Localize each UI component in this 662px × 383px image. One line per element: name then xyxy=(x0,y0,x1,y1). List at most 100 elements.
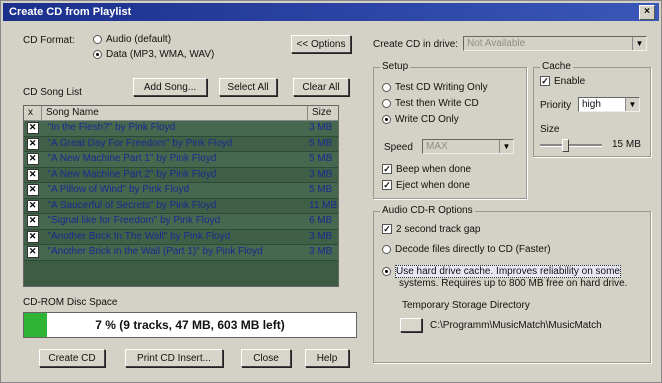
speed-select[interactable]: MAX ▼ xyxy=(422,139,514,154)
options-button[interactable]: << Options xyxy=(291,35,351,53)
song-size-cell: 6 MB xyxy=(308,215,333,226)
row-checkbox[interactable]: ✕ xyxy=(24,214,41,229)
row-checkbox[interactable]: ✕ xyxy=(24,230,41,245)
add-song-button[interactable]: Add Song... xyxy=(133,78,207,96)
radio-selected-icon xyxy=(93,49,102,59)
radio-test-only[interactable]: Test CD Writing Only xyxy=(382,82,488,93)
audio-options-group: Audio CD-R Options ✓ 2 second track gap D… xyxy=(373,205,651,363)
radio-data[interactable]: Data (MP3, WMA, WAV) xyxy=(93,49,214,60)
help-button[interactable]: Help xyxy=(305,349,349,367)
row-checkbox[interactable]: ✕ xyxy=(24,199,41,214)
table-row[interactable]: ✕ "A Saucerful of Secrets" by Pink Floyd 1… xyxy=(24,198,338,214)
cache-size-slider-track[interactable] xyxy=(540,144,602,147)
close-icon[interactable]: ✕ xyxy=(26,246,39,259)
close-icon[interactable]: ✕ xyxy=(26,137,39,150)
radio-test-then-write[interactable]: Test then Write CD xyxy=(382,98,479,109)
cache-size-value: 15 MB xyxy=(612,139,641,150)
song-name-cell: "A Great Day For Freedom" by Pink Floyd xyxy=(47,137,233,149)
disc-space-bar: 7 % (9 tracks, 47 MB, 603 MB left) xyxy=(23,312,357,338)
close-icon[interactable]: ✕ xyxy=(26,199,39,212)
close-icon[interactable]: ✕ xyxy=(26,153,39,166)
song-size-cell: 3 MB xyxy=(308,230,333,242)
close-icon[interactable]: ✕ xyxy=(26,184,39,197)
chevron-down-icon: ▼ xyxy=(625,98,639,111)
table-row[interactable]: ✕ "Another Brick in the Wall (Part 1)" by… xyxy=(24,245,338,261)
song-name-cell: "A Pillow of Wind" by Pink Floyd xyxy=(47,184,190,195)
disc-space-text: 7 % (9 tracks, 47 MB, 603 MB left) xyxy=(95,318,285,332)
row-checkbox[interactable]: ✕ xyxy=(24,152,41,167)
title-bar[interactable]: Create CD from Playlist × xyxy=(3,3,659,21)
enable-cache-checkbox[interactable]: ✓ Enable xyxy=(540,76,585,87)
speed-label: Speed xyxy=(384,142,413,153)
radio-audio[interactable]: Audio (default) xyxy=(93,34,171,45)
song-size-cell: 5 MB xyxy=(308,184,333,195)
table-row[interactable]: ✕ "A Pillow of Wind" by Pink Floyd 5 MB xyxy=(24,183,338,199)
radio-selected-icon xyxy=(382,114,391,124)
print-cd-insert-button[interactable]: Print CD Insert... xyxy=(125,349,223,367)
drive-label: Create CD in drive: xyxy=(373,39,459,50)
chevron-down-icon: ▼ xyxy=(632,37,646,50)
song-name-cell: "Another Brick in the Wall (Part 1)" by … xyxy=(47,246,263,257)
audio-options-title: Audio CD-R Options xyxy=(380,205,475,216)
column-header-x[interactable]: x xyxy=(24,106,42,120)
song-list[interactable]: x Song Name Size ✕ "In the Flesh?" by Pin… xyxy=(23,105,339,287)
table-row[interactable]: ✕ "A Great Day For Freedom" by Pink Floyd… xyxy=(24,136,338,152)
close-button[interactable]: Close xyxy=(241,349,291,367)
column-header-song-name[interactable]: Song Name xyxy=(42,106,308,120)
row-checkbox[interactable]: ✕ xyxy=(24,245,41,260)
row-checkbox[interactable]: ✕ xyxy=(24,168,41,183)
close-icon[interactable]: ✕ xyxy=(26,122,39,135)
song-list-label: CD Song List xyxy=(23,87,82,98)
radio-decode-direct[interactable]: Decode files directly to CD (Faster) xyxy=(382,244,551,255)
chevron-down-icon: ▼ xyxy=(499,140,513,153)
row-checkbox[interactable]: ✕ xyxy=(24,137,41,152)
setup-title: Setup xyxy=(380,61,411,72)
setup-group: Setup Test CD Writing Only Test then Wri… xyxy=(373,61,527,199)
table-row[interactable]: ✕ "A New Machine Part 1" by Pink Floyd 5 M… xyxy=(24,152,338,168)
table-row[interactable]: ✕ "A New Machine Part 2" by Pink Floyd 3 M… xyxy=(24,167,338,183)
eject-checkbox[interactable]: ✓ Eject when done xyxy=(382,180,470,191)
disc-space-label: CD-ROM Disc Space xyxy=(23,297,118,308)
close-icon[interactable]: ✕ xyxy=(26,168,39,181)
radio-icon xyxy=(382,244,391,254)
list-rows: ✕ "In the Flesh?" by Pink Floyd 3 MB ✕ "A Gr… xyxy=(24,121,338,261)
beep-checkbox[interactable]: ✓ Beep when done xyxy=(382,164,471,175)
row-checkbox[interactable]: ✕ xyxy=(24,183,41,198)
table-row[interactable]: ✕ "Another Brick In The Wall" by Pink Flo… xyxy=(24,229,338,245)
radio-selected-icon xyxy=(382,266,391,276)
track-gap-checkbox[interactable]: ✓ 2 second track gap xyxy=(382,224,481,235)
select-all-button[interactable]: Select All xyxy=(219,78,277,96)
cache-group: Cache ✓ Enable Priority high ▼ Size 15 MB xyxy=(533,61,651,157)
close-icon[interactable]: ✕ xyxy=(26,215,39,228)
cache-title: Cache xyxy=(540,61,573,72)
temp-dir-path: C:\Programm\MusicMatch\MusicMatch xyxy=(430,320,602,331)
size-label: Size xyxy=(540,124,560,135)
check-icon: ✓ xyxy=(382,224,392,235)
list-header: x Song Name Size xyxy=(24,106,338,121)
song-name-cell: "Another Brick In The Wall" by Pink Floy… xyxy=(47,230,231,242)
check-icon: ✓ xyxy=(540,76,550,87)
drive-select[interactable]: Not Available ▼ xyxy=(463,36,647,51)
browse-folder-button[interactable] xyxy=(400,318,422,332)
column-header-size[interactable]: Size xyxy=(308,106,338,120)
dialog-window: Create CD from Playlist × CD Format: Aud… xyxy=(0,0,662,383)
radio-use-hd-cache[interactable]: Use hard drive cache. Improves reliabili… xyxy=(382,265,621,278)
song-size-cell: 5 MB xyxy=(308,137,333,149)
radio-write-only[interactable]: Write CD Only xyxy=(382,114,459,125)
song-name-cell: "A New Machine Part 2" by Pink Floyd xyxy=(47,168,217,180)
song-name-cell: "A Saucerful of Secrets" by Pink Floyd xyxy=(47,199,217,211)
create-cd-button[interactable]: Create CD xyxy=(39,349,105,367)
use-hd-cache-description: systems. Requires up to 800 MB free on h… xyxy=(399,278,628,289)
clear-all-button[interactable]: Clear All xyxy=(293,78,349,96)
table-row[interactable]: ✕ "In the Flesh?" by Pink Floyd 3 MB xyxy=(24,121,338,137)
radio-icon xyxy=(93,34,102,44)
temp-dir-label: Temporary Storage Directory xyxy=(402,300,530,311)
row-checkbox[interactable]: ✕ xyxy=(24,121,41,136)
priority-select[interactable]: high ▼ xyxy=(578,97,640,112)
cache-size-slider-thumb[interactable] xyxy=(562,139,569,152)
table-row[interactable]: ✕ "Signal like for Freedom" by Pink Floyd… xyxy=(24,214,338,230)
song-name-cell: "A New Machine Part 1" by Pink Floyd xyxy=(47,153,217,164)
song-size-cell: 3 MB xyxy=(308,122,333,133)
close-icon[interactable]: ✕ xyxy=(26,230,39,243)
close-icon[interactable]: × xyxy=(639,5,655,20)
